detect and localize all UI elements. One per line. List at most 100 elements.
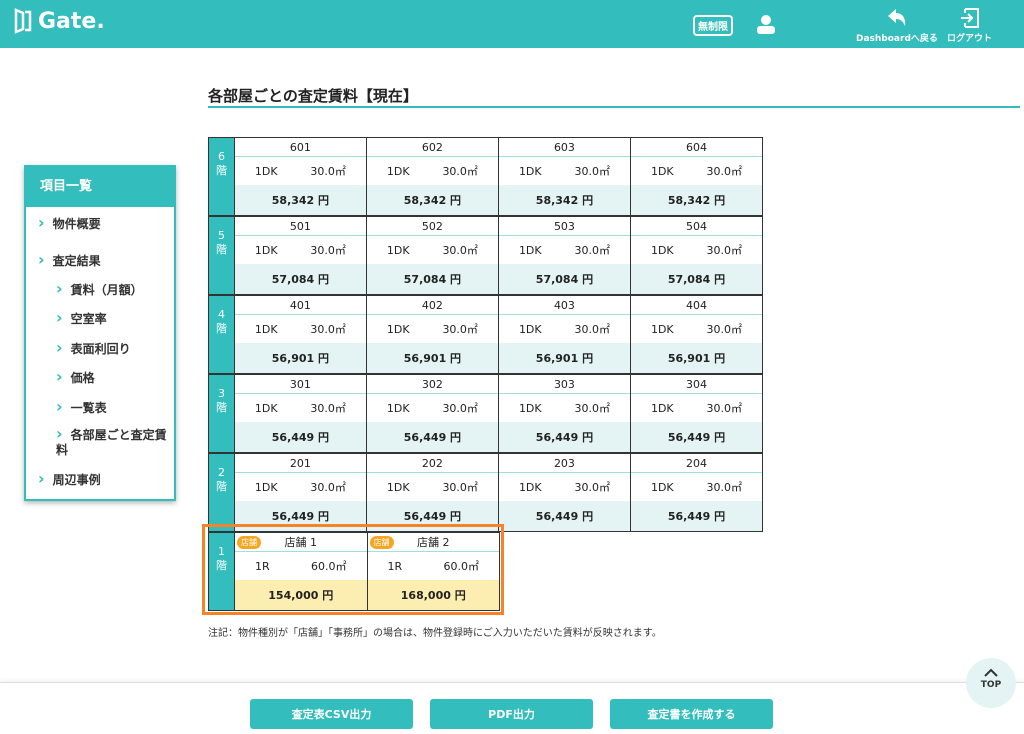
room-area: 30.0㎡ [706, 400, 742, 416]
room-cell: 204 1DK30.0㎡ 56,449 円 [630, 454, 762, 531]
room-area: 30.0㎡ [442, 479, 478, 495]
room-area: 30.0㎡ [442, 400, 478, 416]
room-layout: 1DK [255, 402, 278, 415]
sidebar-item[interactable]: 一覧表 [56, 397, 107, 416]
logo[interactable]: Gate. [14, 8, 105, 34]
room-layout: 1DK [387, 165, 410, 178]
room-cell: 502 1DK30.0㎡ 57,084 円 [366, 217, 498, 294]
logout-icon [959, 8, 981, 28]
room-cell: 601 1DK30.0㎡ 58,342 円 [234, 138, 366, 215]
room-rent: 56,449 円 [499, 422, 630, 452]
room-rent: 58,342 円 [499, 185, 630, 215]
page-title: 各部屋ごとの査定賃料【現在】 [208, 85, 418, 106]
room-name: 601 [290, 141, 311, 154]
floor-unit: 階 [209, 243, 234, 257]
title-underline [208, 106, 1020, 108]
room-layout: 1DK [255, 165, 278, 178]
sidebar-item[interactable]: 査定結果 [38, 250, 101, 269]
room-cell: 504 1DK30.0㎡ 57,084 円 [630, 217, 762, 294]
floor-number: 6 [209, 150, 234, 164]
floor-label: 3階 [209, 375, 234, 452]
room-cell: 203 1DK 30.0㎡ 56,449 円 [498, 454, 630, 531]
dashboard-button[interactable]: Dashboardへ戻る [856, 8, 938, 44]
sidebar-item[interactable]: 物件概要 [38, 213, 101, 232]
room-layout: 1DK [519, 481, 542, 494]
room-area: 30.0㎡ [442, 321, 478, 337]
floor-row: 3階 301 1DK30.0㎡ 56,449 円 302 1DK 30.0㎡ 56… [208, 374, 763, 453]
app-header: Gate. 無制限 Dashboardへ戻る ログアウト [0, 0, 1024, 48]
floor-unit: 階 [209, 322, 234, 336]
back-arrow-icon [886, 8, 908, 28]
room-cell: 603 1DK30.0㎡ 58,342 円 [498, 138, 630, 215]
user-icon[interactable] [756, 14, 776, 34]
room-rent: 56,449 円 [235, 422, 366, 452]
room-name: 302 [422, 378, 443, 391]
room-cell: 201 1DK30.0㎡ 56,449 円 [234, 454, 366, 531]
room-rent: 56,901 円 [235, 343, 366, 373]
sidebar-item[interactable]: 価格 [56, 367, 95, 386]
room-name: 204 [686, 457, 707, 470]
room-area: 30.0㎡ [442, 163, 478, 179]
room-cell: 503 1DK30.0㎡ 57,084 円 [498, 217, 630, 294]
room-rent: 57,084 円 [499, 264, 630, 294]
room-cell: 202 1DK30.0㎡ 56,449 円 [366, 454, 498, 531]
room-area: 30.0㎡ [706, 479, 742, 495]
room-rent: 56,449 円 [367, 422, 498, 452]
room-name: 501 [290, 220, 311, 233]
floor-row: 6階 601 1DK30.0㎡ 58,342 円 602 1DK30.0㎡ 58… [208, 137, 763, 216]
room-area: 30.0㎡ [310, 321, 346, 337]
room-area: 30.0㎡ [574, 479, 610, 495]
room-name: 502 [422, 220, 443, 233]
room-cell: 404 1DK30.0㎡ 56,901 円 [630, 296, 762, 373]
sidebar-item[interactable]: 空室率 [56, 308, 107, 327]
sidebar-item[interactable]: 賃料（月額） [56, 279, 143, 298]
room-area: 30.0㎡ [706, 163, 742, 179]
room-rent: 56,449 円 [499, 501, 630, 531]
room-cell: 301 1DK30.0㎡ 56,449 円 [234, 375, 366, 452]
floor-unit: 階 [209, 480, 234, 494]
room-layout: 1DK [519, 165, 542, 178]
room-rent: 56,901 円 [499, 343, 630, 373]
room-name: 202 [422, 457, 443, 470]
floor-number: 2 [209, 466, 234, 480]
floor-number: 5 [209, 229, 234, 243]
csv-export-button[interactable]: 査定表CSV出力 [250, 699, 413, 729]
pdf-export-button[interactable]: PDF出力 [430, 699, 593, 729]
create-report-button[interactable]: 査定書を作成する [610, 699, 773, 729]
sidebar-item[interactable]: 表面利回り [56, 338, 131, 357]
room-layout: 1DK [519, 244, 542, 257]
room-cell: 602 1DK30.0㎡ 58,342 円 [366, 138, 498, 215]
room-name: 403 [554, 299, 575, 312]
room-rent: 56,901 円 [367, 343, 498, 373]
floor-row: 2階 201 1DK30.0㎡ 56,449 円 202 1DK 30.0㎡ 56… [208, 453, 763, 532]
room-cell: 501 1DK30.0㎡ 57,084 円 [234, 217, 366, 294]
room-layout: 1DK [255, 244, 278, 257]
room-cell: 401 1DK30.0㎡ 56,901 円 [234, 296, 366, 373]
room-layout: 1DK [519, 402, 542, 415]
room-rent: 56,449 円 [631, 422, 762, 452]
room-cell: 402 1DK30.0㎡ 56,901 円 [366, 296, 498, 373]
note-text: 注記：物件種別が「店舗」「事務所」の場合は、物件登録時にご入力いただいた賃料が反… [208, 624, 662, 639]
gate-logo-icon [14, 8, 32, 34]
scroll-top-button[interactable]: TOP [966, 658, 1016, 708]
room-layout: 1DK [651, 165, 674, 178]
room-area: 30.0㎡ [706, 242, 742, 258]
room-cell: 403 1DK30.0㎡ 56,901 円 [498, 296, 630, 373]
logout-button[interactable]: ログアウト [947, 8, 992, 44]
room-layout: 1DK [651, 323, 674, 336]
room-name: 203 [554, 457, 575, 470]
room-cell: 304 1DK30.0㎡ 56,449 円 [630, 375, 762, 452]
sidebar-item[interactable]: 周辺事例 [38, 469, 101, 488]
room-area: 30.0㎡ [310, 242, 346, 258]
plan-badge: 無制限 [693, 15, 733, 36]
room-layout: 1DK [387, 481, 410, 494]
chevron-up-icon [984, 668, 998, 677]
floor-label: 4階 [209, 296, 234, 373]
sidebar-item[interactable]: 各部屋ごと査定賃料 [56, 426, 168, 458]
dashboard-label: Dashboardへ戻る [856, 31, 938, 44]
room-area: 30.0㎡ [706, 321, 742, 337]
room-area: 30.0㎡ [574, 163, 610, 179]
room-name: 504 [686, 220, 707, 233]
room-name: 304 [686, 378, 707, 391]
room-layout: 1DK [519, 323, 542, 336]
